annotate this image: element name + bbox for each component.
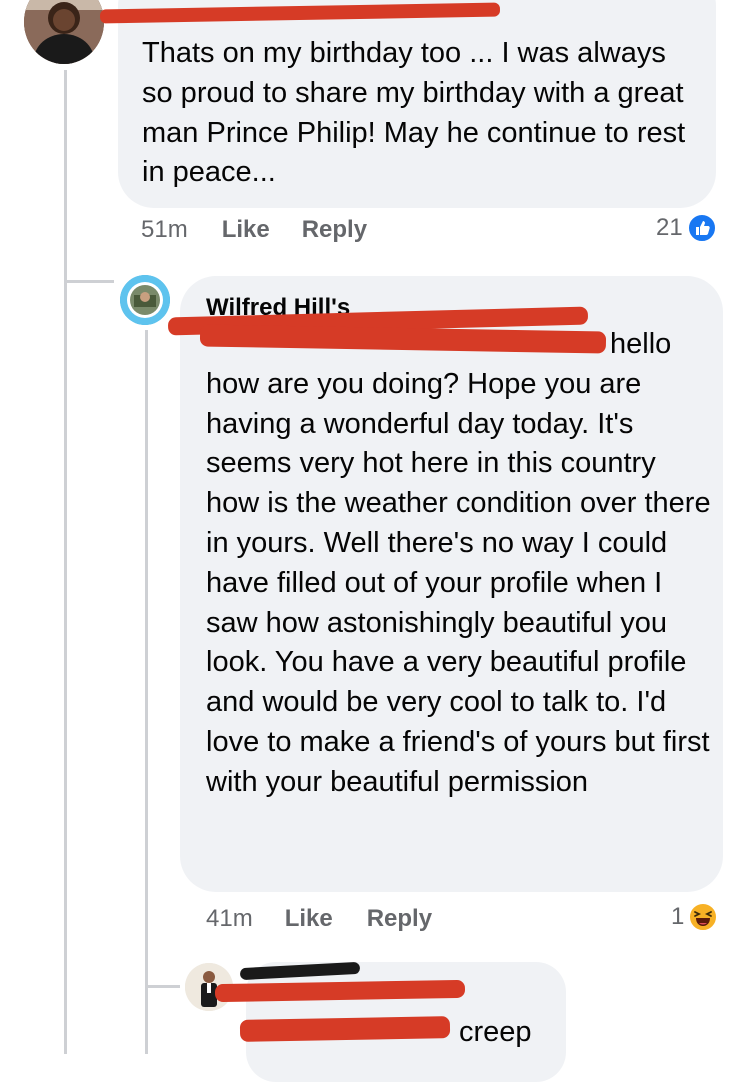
- reaction-summary[interactable]: 21: [656, 213, 717, 243]
- reply-text: hello how are you doing? Hope you are ha…: [206, 325, 712, 803]
- reply-actions: 41m Like Reply: [206, 905, 432, 933]
- reply-like-button[interactable]: Like: [285, 905, 333, 933]
- reaction-count: 21: [656, 214, 683, 241]
- comment-timestamp[interactable]: 51m: [141, 216, 188, 244]
- redacted-mention-3: [239, 1016, 451, 1042]
- reply-text-body: hello how are you doing? Hope you are ha…: [206, 328, 711, 798]
- badge-logo: [120, 275, 170, 325]
- commenter-avatar[interactable]: [24, 0, 104, 64]
- replier-avatar[interactable]: [120, 275, 170, 325]
- like-button[interactable]: Like: [222, 216, 270, 244]
- reply-timestamp[interactable]: 41m: [206, 905, 253, 933]
- reply-button[interactable]: Reply: [302, 216, 367, 244]
- reply-reaction-summary[interactable]: 1: [671, 902, 719, 932]
- second-reply-text: creep: [459, 1016, 532, 1048]
- person-photo: [24, 0, 104, 64]
- thread-line-nested-connector: [145, 985, 180, 988]
- thread-line-main: [64, 70, 67, 1054]
- reply-bubble: Wilfred Hill's hello how are you doing? …: [180, 276, 723, 892]
- reply-reply-button[interactable]: Reply: [367, 905, 432, 933]
- thread-line-nested: [145, 330, 148, 1054]
- haha-icon: [688, 902, 719, 932]
- comment-actions: 51m Like Reply: [141, 216, 367, 244]
- reply-reaction-count: 1: [671, 903, 685, 930]
- thread-line-reply-connector: [64, 280, 114, 283]
- comment-bubble: Thats on my birthday too ... I was alway…: [118, 0, 716, 208]
- comment-text: Thats on my birthday too ... I was alway…: [142, 37, 686, 189]
- like-icon: [686, 213, 717, 243]
